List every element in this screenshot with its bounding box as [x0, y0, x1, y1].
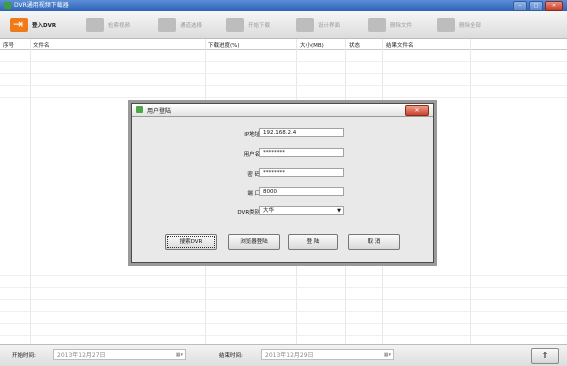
column-header-progress[interactable]: 下载进度(%) — [208, 41, 240, 49]
column-header-size[interactable]: 大小(MB) — [300, 41, 324, 49]
move-up-button[interactable]: ⇑ — [531, 348, 559, 364]
delete-all-icon — [437, 17, 455, 32]
window-controls: – □ ✕ — [513, 1, 563, 11]
toolbar-label: 删除全部 — [459, 22, 482, 29]
password-input[interactable]: ******** — [259, 168, 344, 177]
ip-input[interactable]: 192.168.2.4 — [259, 128, 344, 137]
browser-login-button[interactable]: 浏览器登陆 — [228, 234, 280, 250]
dvr-type-row: DVR类别: 大华 ▼ — [132, 206, 433, 217]
username-input[interactable]: ******** — [259, 148, 344, 157]
login-button[interactable]: 登 陆 — [288, 234, 338, 250]
column-header-filename[interactable]: 文件名 — [33, 41, 50, 49]
close-button[interactable]: ✕ — [545, 1, 563, 11]
toolbar-label: 删除文件 — [390, 22, 413, 29]
start-date-picker[interactable]: 2013年12月27日 ▦▾ — [53, 349, 186, 360]
login-dialog: 用户登陆 ✕ IP地址: 192.168.2.4 用户名: ******** 密… — [131, 103, 434, 263]
start-download-button[interactable]: 开始下载 — [226, 14, 270, 35]
calendar-dropdown-icon: ▦▾ — [175, 352, 183, 358]
toolbar-label: 检索视频 — [108, 22, 131, 29]
delete-all-button[interactable]: 删除全部 — [437, 14, 481, 35]
title-bar: DVR通用视频下载器 – □ ✕ — [0, 0, 567, 11]
column-header-result-filename[interactable]: 结果文件名 — [386, 41, 414, 49]
grid-line — [0, 287, 567, 288]
toolbar-label: 开始下载 — [248, 22, 271, 29]
grid-line — [0, 299, 567, 300]
password-row: 密 码: ******** — [132, 168, 433, 179]
grid-line — [0, 73, 567, 74]
toolbar: 登入DVR 检索视频 通道选择 开始下载 设计界面 删除文件 删除全部 — [0, 11, 567, 39]
dialog-close-button[interactable]: ✕ — [405, 105, 429, 116]
ip-row: IP地址: 192.168.2.4 — [132, 128, 433, 139]
calendar-dropdown-icon: ▦▾ — [383, 352, 391, 358]
settings-icon — [296, 17, 314, 32]
start-date-value: 2013年12月27日 — [57, 352, 106, 359]
port-input[interactable]: 8000 — [259, 187, 344, 196]
search-dvr-button[interactable]: 搜索DVR — [165, 234, 217, 250]
window-title: DVR通用视频下载器 — [14, 2, 69, 9]
delete-file-icon — [368, 17, 386, 32]
grid-line — [0, 311, 567, 312]
end-time-label: 结束时间: — [219, 353, 243, 359]
grid-line — [0, 323, 567, 324]
delete-file-button[interactable]: 删除文件 — [368, 14, 412, 35]
grid-line — [0, 335, 567, 336]
dropdown-arrow-icon: ▼ — [337, 208, 341, 214]
user-icon — [136, 106, 143, 113]
grid-line — [0, 97, 567, 98]
grid-line — [0, 275, 567, 276]
minimize-button[interactable]: – — [513, 1, 527, 11]
toolbar-label: 通道选择 — [180, 22, 203, 29]
status-bar: 开始时间: 2013年12月27日 ▦▾ 结束时间: 2013年12月29日 ▦… — [0, 344, 567, 366]
toolbar-label: 设计界面 — [318, 22, 341, 29]
dvr-type-select[interactable]: 大华 ▼ — [259, 206, 344, 215]
column-header-status[interactable]: 状态 — [349, 41, 360, 49]
username-row: 用户名: ******** — [132, 148, 433, 159]
channel-select-icon — [158, 17, 176, 32]
login-icon — [10, 17, 28, 32]
settings-button[interactable]: 设计界面 — [296, 14, 340, 35]
grid-line — [0, 61, 567, 62]
start-download-icon — [226, 17, 244, 32]
dvr-type-value: 大华 — [263, 208, 275, 214]
login-dvr-button[interactable]: 登入DVR — [10, 14, 56, 35]
maximize-button[interactable]: □ — [529, 1, 543, 11]
search-video-button[interactable]: 检索视频 — [86, 14, 130, 35]
end-date-picker[interactable]: 2013年12月29日 ▦▾ — [261, 349, 394, 360]
start-time-label: 开始时间: — [12, 353, 36, 359]
port-row: 端 口: 8000 — [132, 187, 433, 198]
end-date-value: 2013年12月29日 — [265, 352, 314, 359]
cancel-button[interactable]: 取 消 — [348, 234, 400, 250]
dialog-title-bar: 用户登陆 ✕ — [132, 104, 433, 117]
toolbar-label: 登入DVR — [32, 22, 57, 29]
grid-line — [0, 85, 567, 86]
dialog-title: 用户登陆 — [147, 108, 172, 115]
column-header-index[interactable]: 序号 — [3, 41, 14, 49]
app-icon — [4, 2, 11, 9]
file-table-header: 序号 文件名 下载进度(%) 大小(MB) 状态 结果文件名 — [0, 39, 567, 50]
channel-select-button[interactable]: 通道选择 — [158, 14, 202, 35]
search-video-icon — [86, 17, 104, 32]
